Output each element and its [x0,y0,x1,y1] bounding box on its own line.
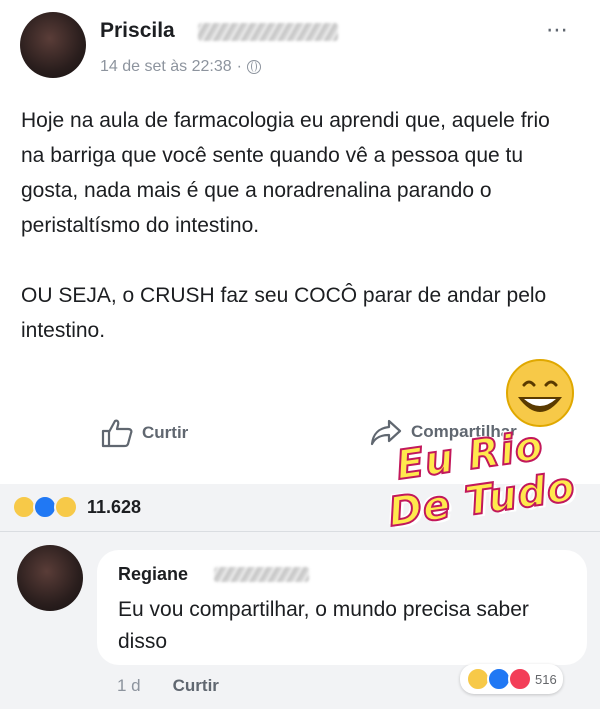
meta-separator: · [236,58,242,75]
post-body: Hoje na aula de farmacologia eu aprendi … [21,103,561,348]
commenter-avatar[interactable] [17,545,83,611]
reaction-count: 11.628 [87,496,142,517]
comment-like-button[interactable]: Curtir [173,676,219,696]
wow-reaction-icon [54,495,78,519]
comment-bubble: Regiane Eu vou compartilhar, o mundo pre… [97,550,587,694]
watermark-logo: Eu Rio De Tudo [368,355,600,540]
author-surname-blurred [198,23,338,41]
more-options-icon[interactable]: ⋯ [546,17,569,43]
like-button[interactable]: Curtir [100,418,188,448]
comment-reaction-count: 516 [535,671,557,687]
author-avatar[interactable] [20,12,86,78]
comment-age[interactable]: 1 d [117,676,141,696]
comment-meta: 1 d Curtir [117,676,219,696]
post-paragraph-1: Hoje na aula de farmacologia eu aprendi … [21,109,550,237]
globe-icon [246,60,261,74]
post-reactions-summary[interactable]: 11.628 [12,495,141,519]
post-timestamp[interactable]: 14 de set às 22:38 [100,58,232,76]
comment-author-name[interactable]: Regiane [118,564,188,585]
comment-author-surname-blurred [214,567,309,582]
comment-reactions-summary[interactable]: 516 [460,664,563,694]
post-author-name[interactable]: Priscila [100,19,175,43]
thumbs-up-icon [101,419,133,448]
post-meta: 14 de set às 22:38 · [100,58,261,76]
post-paragraph-2: OU SEJA, o CRUSH faz seu COCÔ parar de a… [21,284,547,342]
comment-text: Eu vou compartilhar, o mundo precisa sab… [118,598,529,653]
love-reaction-icon [508,667,532,691]
like-button-label: Curtir [142,423,189,442]
